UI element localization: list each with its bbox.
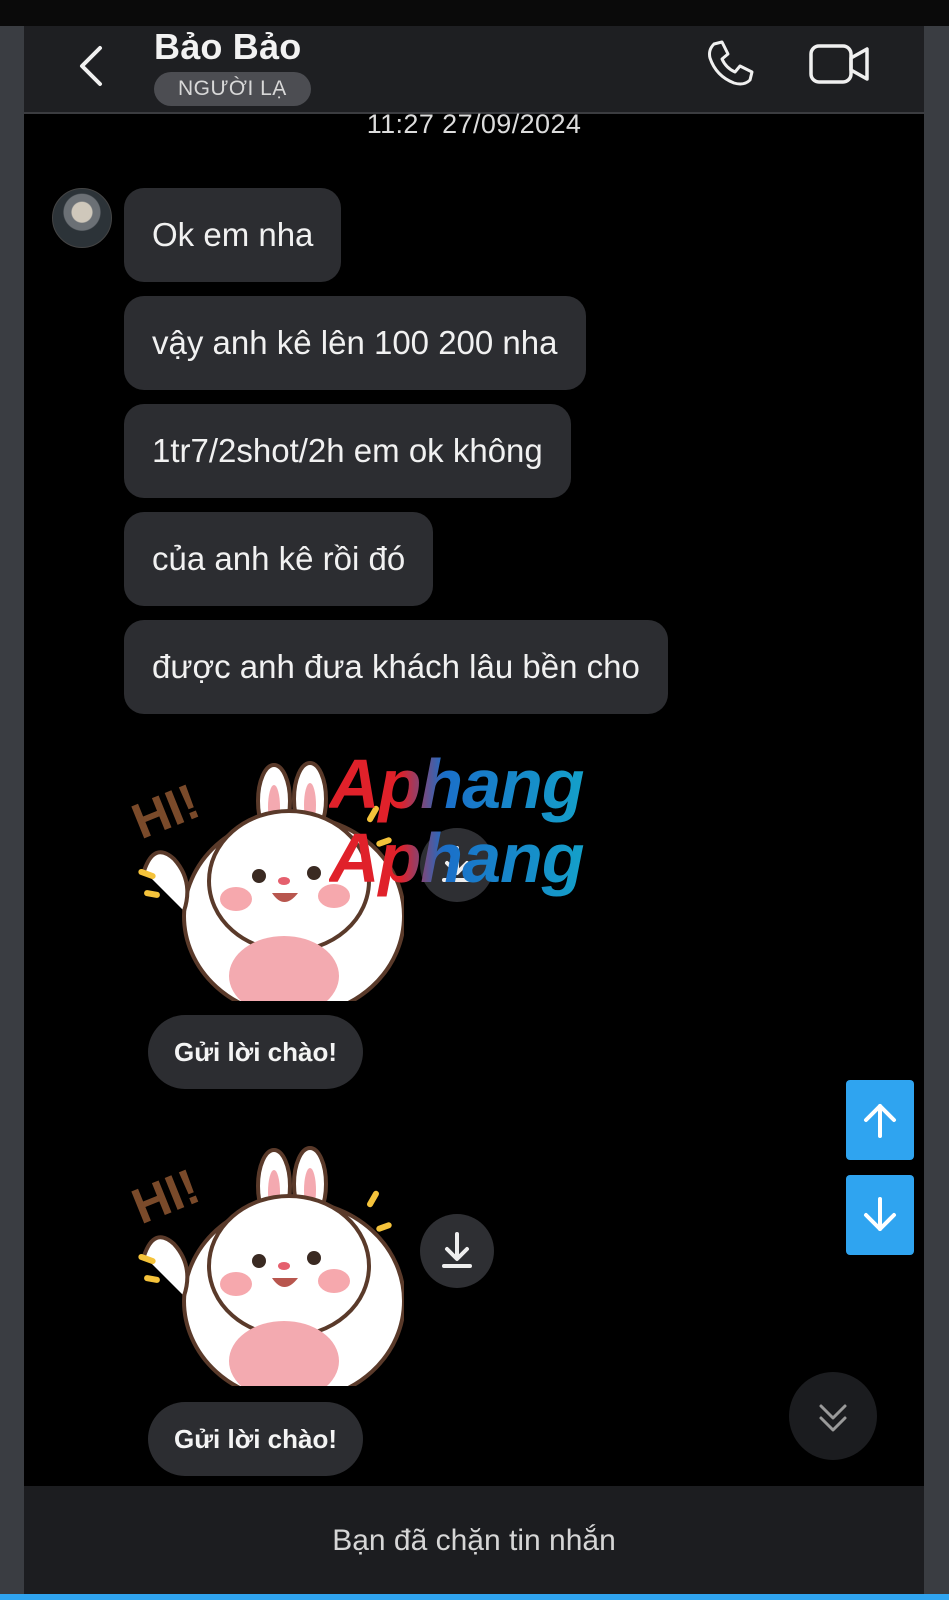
message-bubble[interactable]: Ok em nha: [124, 188, 342, 282]
stranger-badge: NGƯỜI LẠ: [154, 72, 311, 106]
arrow-up-icon: [864, 1104, 896, 1138]
selection-border: [0, 1594, 949, 1600]
download-button[interactable]: [420, 1214, 494, 1288]
sticker-hi-text: HI!: [124, 1158, 207, 1235]
send-greeting-button[interactable]: Gửi lời chào!: [148, 1402, 363, 1476]
message-bubble[interactable]: 1tr7/2shot/2h em ok không: [124, 404, 571, 498]
arrow-down-icon: [864, 1197, 896, 1231]
video-camera-icon[interactable]: [808, 40, 872, 88]
chat-header: Bảo Bảo NGƯỜI LẠ: [24, 26, 924, 114]
scroll-down-button[interactable]: [846, 1175, 914, 1255]
scroll-up-button[interactable]: [846, 1080, 914, 1160]
contact-name[interactable]: Bảo Bảo: [154, 26, 301, 68]
phone-icon[interactable]: [704, 38, 756, 90]
message-timestamp: 11:27 27/09/2024: [366, 109, 582, 139]
message-bubble[interactable]: vậy anh kê lên 100 200 nha: [124, 296, 586, 390]
watermark-text: Aphang: [329, 819, 585, 897]
status-bar-strip: [0, 0, 949, 26]
chat-screen: Bảo Bảo NGƯỜI LẠ 11:27 27/09/2024 Ok em …: [24, 26, 924, 1600]
scroll-to-bottom-button[interactable]: [789, 1372, 877, 1460]
bunny-sticker[interactable]: HI!: [124, 1126, 404, 1386]
message-bubble[interactable]: được anh đưa khách lâu bền cho: [124, 620, 668, 714]
message-bubble[interactable]: của anh kê rồi đó: [124, 512, 434, 606]
blocked-notice: Bạn đã chặn tin nhắn: [332, 1524, 616, 1557]
download-icon: [442, 1232, 472, 1268]
chat-footer: Bạn đã chặn tin nhắn: [24, 1486, 924, 1600]
back-icon[interactable]: [72, 44, 112, 88]
double-chevron-down-icon: [819, 1404, 847, 1432]
contact-avatar[interactable]: [52, 188, 112, 248]
send-greeting-button[interactable]: Gửi lời chào!: [148, 1015, 363, 1089]
sticker-hi-text: HI!: [124, 773, 207, 850]
watermark-text: Aphang: [329, 745, 585, 823]
